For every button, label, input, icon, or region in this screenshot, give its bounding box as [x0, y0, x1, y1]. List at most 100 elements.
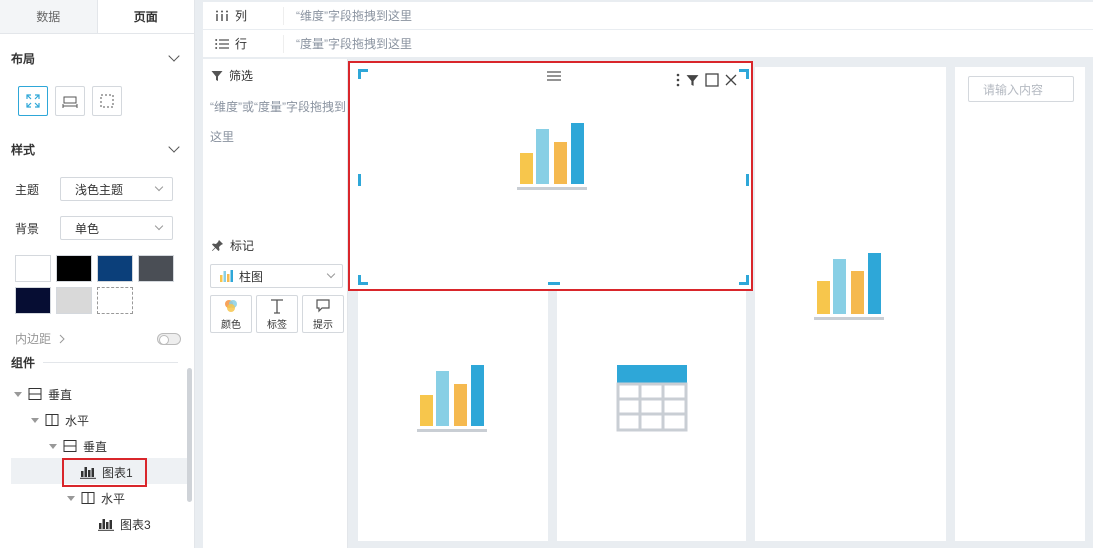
columns-shelf[interactable]: 列 “维度”字段拖拽到这里: [203, 2, 1093, 30]
columns-label: 列: [235, 9, 248, 23]
resize-handle-top-left[interactable]: [358, 69, 368, 79]
swatch-dark-navy[interactable]: [15, 287, 51, 314]
horizontal-layout-icon: [45, 414, 59, 426]
swatch-black[interactable]: [56, 255, 92, 282]
layout-buttons: [18, 86, 122, 116]
style-section-title: 样式: [11, 142, 36, 157]
bar-chart-placeholder-icon: [417, 365, 487, 432]
expand-icon: [26, 94, 40, 108]
dashed-square-icon: [100, 94, 114, 108]
selected-chart-card[interactable]: [348, 61, 753, 291]
tree-item-horizontal-1[interactable]: 水平: [31, 407, 89, 433]
theme-label: 主题: [15, 182, 40, 197]
bar-chart-icon: [98, 519, 114, 531]
close-icon[interactable]: [725, 74, 737, 86]
table-card[interactable]: [557, 291, 746, 541]
tree-item-label: 垂直: [83, 439, 108, 454]
swatch-navy[interactable]: [97, 255, 133, 282]
mark-buttons: 颜色 标签 提示: [210, 295, 344, 333]
layout-section-title: 布局: [11, 51, 36, 66]
swatch-gray[interactable]: [138, 255, 174, 282]
fit-layout-button[interactable]: [18, 86, 48, 116]
tab-page[interactable]: 页面: [97, 0, 194, 33]
pin-icon: [212, 240, 223, 251]
tree-item-vertical-1[interactable]: 垂直: [14, 381, 72, 407]
vertical-layout-icon: [28, 388, 42, 400]
chevron-right-icon[interactable]: [59, 334, 65, 344]
chevron-down-icon: [154, 182, 164, 192]
selected-component-highlight: [62, 458, 147, 487]
color-circles-icon: [225, 299, 237, 312]
background-label: 背景: [15, 221, 40, 236]
free-layout-button[interactable]: [92, 86, 122, 116]
tree-item-label: 水平: [65, 413, 90, 428]
tab-data[interactable]: 数据: [0, 0, 98, 33]
resize-handle-bottom-right[interactable]: [739, 275, 749, 285]
columns-icon: [216, 10, 228, 21]
caret-down-icon[interactable]: [67, 495, 75, 501]
padding-toggle[interactable]: [157, 332, 181, 345]
chart-type-select[interactable]: 柱图: [210, 264, 343, 288]
rows-icon: [215, 38, 229, 49]
resize-handle-bottom-left[interactable]: [358, 275, 368, 285]
filter-icon: [211, 70, 223, 81]
theme-select[interactable]: 浅色主题: [60, 177, 173, 201]
color-mark-button[interactable]: 颜色: [210, 295, 252, 333]
speech-bubble-icon: [316, 298, 330, 312]
divider: [43, 362, 179, 363]
chevron-down-icon: [168, 141, 180, 153]
tooltip-mark-button[interactable]: 提示: [302, 295, 344, 333]
vertical-layout-icon: [63, 440, 77, 452]
drag-handle-icon[interactable]: [547, 71, 561, 81]
filter-drop-hint[interactable]: “维度”或“度量”字段拖拽到这里: [210, 92, 346, 152]
resize-handle-top-right[interactable]: [739, 69, 749, 79]
resize-handle-left[interactable]: [358, 174, 361, 186]
tree-item-label: 垂直: [48, 387, 73, 402]
horizontal-layout-icon: [81, 492, 95, 504]
columns-shelf-label: 列: [203, 7, 283, 24]
rows-drop-hint: “度量”字段拖拽到这里: [283, 34, 412, 53]
padding-label: 内边距: [15, 332, 52, 346]
layout-section-header[interactable]: 布局: [11, 48, 180, 68]
background-select[interactable]: 单色: [60, 216, 173, 240]
caret-down-icon[interactable]: [49, 443, 57, 449]
fit-width-button[interactable]: [55, 86, 85, 116]
swatch-custom[interactable]: [97, 287, 133, 314]
chevron-down-icon: [326, 269, 336, 279]
label-mark-button[interactable]: 标签: [256, 295, 298, 333]
rows-label: 行: [235, 37, 248, 51]
tree-item-chart3[interactable]: 图表3: [98, 511, 151, 537]
swatch-white[interactable]: [15, 255, 51, 282]
style-section-header[interactable]: 样式: [11, 139, 180, 159]
search-input[interactable]: 请输入内容: [968, 76, 1074, 102]
marks-title: 标记: [230, 239, 255, 253]
marks-header: 标记: [211, 237, 254, 254]
bar-chart-color-icon: [220, 270, 233, 282]
chart-card-bottom-left[interactable]: [358, 291, 548, 541]
caret-down-icon[interactable]: [14, 391, 22, 397]
left-tabs: 数据 页面: [0, 0, 194, 34]
theme-row: 主题 浅色主题: [15, 177, 173, 201]
rows-shelf-label: 行: [203, 35, 283, 52]
chart-card-right[interactable]: [755, 67, 946, 541]
swatch-light-gray[interactable]: [56, 287, 92, 314]
maximize-icon[interactable]: [705, 73, 719, 87]
tree-item-horizontal-2[interactable]: 水平: [67, 485, 125, 511]
filter-component-card[interactable]: [955, 67, 1085, 541]
color-mark-label: 颜色: [221, 319, 241, 331]
property-panel: 筛选 “维度”或“度量”字段拖拽到这里 标记 柱图 颜色 标签 提示: [203, 59, 348, 548]
resize-handle-bottom[interactable]: [548, 282, 560, 285]
bar-chart-placeholder-icon: [517, 123, 587, 190]
caret-down-icon[interactable]: [31, 417, 39, 423]
tooltip-mark-label: 提示: [313, 319, 333, 331]
tree-item-vertical-2[interactable]: 垂直: [49, 433, 107, 459]
more-vertical-icon[interactable]: [676, 73, 680, 87]
rows-shelf[interactable]: 行 “度量”字段拖拽到这里: [203, 30, 1093, 58]
color-swatches: [15, 255, 177, 314]
bar-chart-placeholder-icon: [814, 253, 884, 320]
resize-handle-right[interactable]: [746, 174, 749, 186]
label-mark-label: 标签: [267, 319, 287, 331]
filter-icon[interactable]: [686, 74, 699, 87]
scrollbar-thumb[interactable]: [187, 368, 192, 502]
padding-row: 内边距: [15, 330, 181, 347]
